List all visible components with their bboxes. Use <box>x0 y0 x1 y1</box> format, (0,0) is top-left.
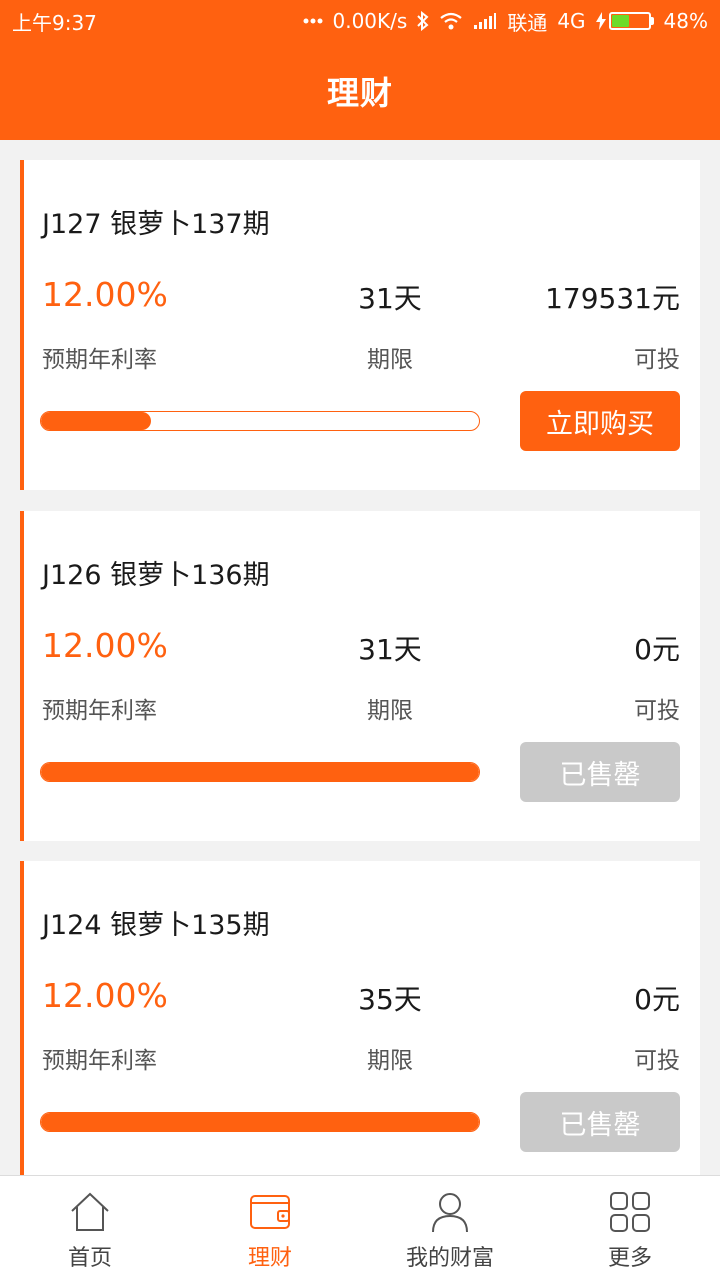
more-dots-icon <box>303 18 323 24</box>
tab-label: 首页 <box>67 1246 112 1271</box>
tab-home[interactable]: 首页 <box>0 1176 180 1280</box>
wallet-icon <box>250 1195 290 1229</box>
sale-progress-fill <box>41 412 151 430</box>
net-speed: 0.00K/s <box>332 9 408 33</box>
tab-my-wealth[interactable]: 我的财富 <box>360 1176 540 1280</box>
available-amount-label: 可投 <box>634 698 680 724</box>
expected-rate-label: 预期年利率 <box>42 1048 157 1074</box>
carrier-name: 联通 <box>507 10 548 35</box>
available-amount-label: 可投 <box>634 347 680 373</box>
tab-label: 理财 <box>247 1246 292 1271</box>
network-type: 4G <box>557 9 586 33</box>
bluetooth-icon <box>417 11 429 31</box>
bottom-tab-bar: 首页 理财 我的财富 更多 <box>0 1175 720 1280</box>
user-icon <box>432 1193 468 1233</box>
term-label: 期限 <box>367 1048 413 1074</box>
expected-rate-label: 预期年利率 <box>42 347 157 373</box>
wifi-icon <box>439 12 463 30</box>
available-amount-label: 可投 <box>634 1048 680 1074</box>
available-amount-value: 179531元 <box>545 282 680 315</box>
sale-progress-bar <box>40 762 480 782</box>
tab-finance[interactable]: 理财 <box>180 1176 360 1280</box>
sold-out-button: 已售罄 <box>520 742 680 802</box>
expected-rate-label: 预期年利率 <box>42 698 157 724</box>
page-title: 理财 <box>326 74 393 112</box>
product-card[interactable]: J127 银萝卜137期 12.00% 31天 179531元 预期年利率 期限… <box>20 160 700 490</box>
expected-rate-value: 12.00% <box>42 626 168 665</box>
signal-icon <box>473 12 497 30</box>
app-header: 上午9:37 0.00K/s 联通 4G 48% 理财 <box>0 0 720 140</box>
tab-label: 更多 <box>607 1246 652 1271</box>
charging-icon <box>595 12 606 30</box>
sale-progress-bar <box>40 1112 480 1132</box>
battery-percent: 48% <box>663 9 708 33</box>
grid-icon <box>610 1192 650 1232</box>
tab-label: 我的财富 <box>405 1246 494 1271</box>
expected-rate-value: 12.00% <box>42 976 168 1015</box>
product-title: J127 银萝卜137期 <box>42 209 270 240</box>
sale-progress-fill <box>41 763 479 781</box>
available-amount-value: 0元 <box>634 633 680 666</box>
term-value: 35天 <box>358 983 422 1016</box>
term-label: 期限 <box>367 698 413 724</box>
sale-progress-bar <box>40 411 480 431</box>
product-card[interactable]: J126 银萝卜136期 12.00% 31天 0元 预期年利率 期限 可投 已… <box>20 511 700 841</box>
buy-now-button[interactable]: 立即购买 <box>520 391 680 451</box>
tab-more[interactable]: 更多 <box>540 1176 720 1280</box>
expected-rate-value: 12.00% <box>42 275 168 314</box>
product-title: J126 银萝卜136期 <box>42 560 270 591</box>
status-bar: 上午9:37 0.00K/s 联通 4G 48% <box>0 0 720 42</box>
status-time: 上午9:37 <box>12 10 97 35</box>
battery-icon <box>595 12 654 30</box>
product-card[interactable]: J124 银萝卜135期 12.00% 35天 0元 预期年利率 期限 可投 已… <box>20 861 700 1191</box>
available-amount-value: 0元 <box>634 983 680 1016</box>
home-icon <box>71 1192 109 1231</box>
term-value: 31天 <box>358 633 422 666</box>
term-value: 31天 <box>358 282 422 315</box>
sale-progress-fill <box>41 1113 479 1131</box>
term-label: 期限 <box>367 347 413 373</box>
sold-out-button: 已售罄 <box>520 1092 680 1152</box>
product-title: J124 银萝卜135期 <box>42 910 270 941</box>
